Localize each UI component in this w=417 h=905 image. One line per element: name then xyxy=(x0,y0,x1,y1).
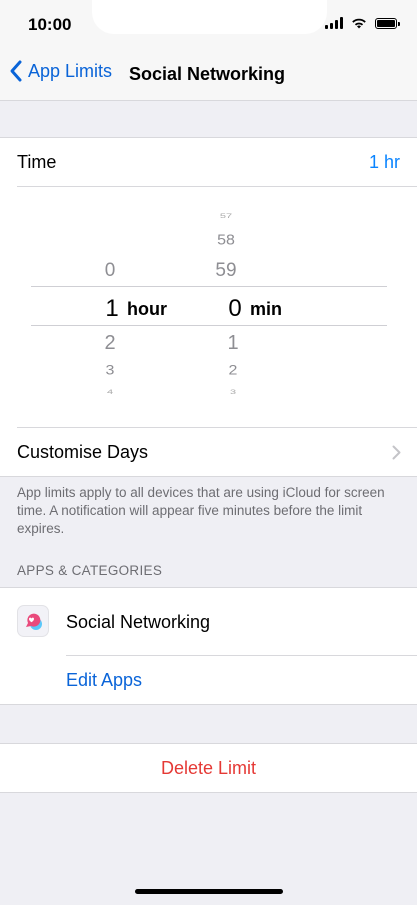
apps-group: Social Networking Edit Apps xyxy=(0,587,417,705)
hour-option[interactable]: 4 xyxy=(90,388,130,395)
minute-option[interactable]: 58 xyxy=(206,233,246,249)
apps-section-header: APPS & CATEGORIES xyxy=(17,563,163,578)
page-title: Social Networking xyxy=(129,64,286,84)
minute-selected[interactable]: 0 xyxy=(215,295,255,323)
separator xyxy=(17,186,417,187)
screen: 10:00 App Limits Social Networking Time xyxy=(0,0,417,905)
chevron-left-icon xyxy=(10,60,22,82)
picker-selection-bottom-line xyxy=(31,325,387,326)
time-row[interactable]: Time 1 hr xyxy=(0,138,417,186)
app-item-label: Social Networking xyxy=(66,612,211,632)
status-bar: 10:00 xyxy=(0,0,417,46)
minute-option[interactable]: 3 xyxy=(213,388,253,395)
customise-days-label: Customise Days xyxy=(17,442,149,462)
chevron-right-icon xyxy=(392,445,401,460)
edit-apps-button[interactable]: Edit Apps xyxy=(0,656,417,705)
battery-icon xyxy=(375,17,400,29)
hour-option[interactable]: 2 xyxy=(90,332,130,355)
edit-apps-label: Edit Apps xyxy=(66,670,143,690)
hour-option[interactable]: 0 xyxy=(90,260,130,282)
time-label: Time xyxy=(17,152,57,172)
wifi-icon xyxy=(352,18,366,29)
delete-limit-button[interactable]: Delete Limit xyxy=(0,744,417,792)
back-button[interactable]: App Limits xyxy=(8,59,112,83)
delete-limit-label: Delete Limit xyxy=(160,758,257,778)
customise-days-row[interactable]: Customise Days xyxy=(0,428,417,478)
app-list-item[interactable]: Social Networking xyxy=(0,588,417,655)
status-time: 10:00 xyxy=(28,15,72,34)
time-value: 1 hr xyxy=(368,152,400,172)
social-networking-icon xyxy=(17,605,49,637)
hour-selected[interactable]: 1 xyxy=(92,295,132,323)
signal-icon xyxy=(325,17,343,29)
hour-option[interactable]: 3 xyxy=(90,363,130,378)
time-settings-group: Time 1 hr 0 1 hour 2 3 4 57 58 59 0 min … xyxy=(0,137,417,477)
picker-selection-top-line xyxy=(31,286,387,287)
minute-unit-label: min xyxy=(250,299,283,319)
navigation-bar: App Limits Social Networking xyxy=(0,46,417,101)
minute-option[interactable]: 1 xyxy=(213,332,253,355)
delete-group: Delete Limit xyxy=(0,743,417,793)
minute-option[interactable]: 59 xyxy=(206,260,246,282)
hour-unit-label: hour xyxy=(127,299,167,319)
notch xyxy=(92,0,327,34)
minute-option[interactable]: 57 xyxy=(206,212,246,219)
limit-info-note: App limits apply to all devices that are… xyxy=(17,485,385,536)
home-indicator[interactable] xyxy=(135,889,283,894)
minute-option[interactable]: 2 xyxy=(213,363,253,378)
status-icons xyxy=(325,17,400,29)
back-label: App Limits xyxy=(28,60,113,81)
